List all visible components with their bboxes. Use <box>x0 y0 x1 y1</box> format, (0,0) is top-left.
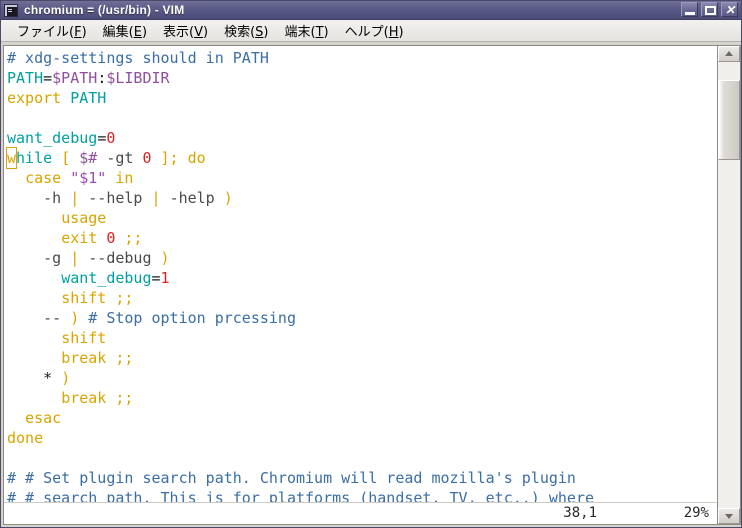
window-controls: ✕ <box>681 2 738 17</box>
code-line: exit 0 ;; <box>61 229 143 247</box>
chevron-down-icon[interactable] <box>718 508 740 524</box>
chevron-up-icon[interactable] <box>718 46 740 62</box>
menu-view-label-post: ) <box>203 25 209 40</box>
code-line: PATH=$PATH:$LIBDIR <box>7 69 170 87</box>
menu-search-label-post: ) <box>263 25 269 40</box>
menu-edit-label: 編集( <box>102 25 134 40</box>
code-line: export PATH <box>7 89 107 107</box>
code-line: want_debug=0 <box>7 129 116 147</box>
menu-file-label-post: ) <box>81 25 87 40</box>
menu-search[interactable]: 検索(S) <box>216 19 276 42</box>
menu-view-label: 表示( <box>163 25 195 40</box>
menu-terminal[interactable]: 端末(T) <box>277 19 337 42</box>
close-icon: ✕ <box>724 3 736 17</box>
menu-terminal-label-post: ) <box>323 25 329 40</box>
titlebar[interactable]: chromium = (/usr/bin) - VIM ✕ <box>1 1 741 20</box>
menu-edit-accel: E <box>133 25 142 40</box>
code-line: esac <box>25 409 62 427</box>
vim-window: chromium = (/usr/bin) - VIM ✕ ファイル(F) 編集… <box>0 0 742 528</box>
code-line: usage <box>61 209 107 227</box>
vertical-scrollbar[interactable] <box>717 45 741 525</box>
code-line: * ) <box>43 369 71 387</box>
menu-edit[interactable]: 編集(E) <box>95 19 155 42</box>
maximize-button[interactable] <box>701 2 718 17</box>
menu-file-label: ファイル( <box>17 25 75 40</box>
maximize-icon <box>705 6 716 15</box>
code-line: shift <box>61 329 107 347</box>
code-line: done <box>7 429 44 447</box>
code-line: case "$1" in <box>25 169 134 187</box>
menu-help-label: ヘルプ( <box>344 25 389 40</box>
menu-search-label: 検索( <box>224 25 256 40</box>
window-title: chromium = (/usr/bin) - VIM <box>24 3 185 17</box>
menu-help-label-post: ) <box>398 25 404 40</box>
menu-terminal-label: 端末( <box>284 25 316 40</box>
menu-view-accel: V <box>194 25 203 40</box>
menu-help-accel: H <box>388 25 399 40</box>
menubar: ファイル(F) 編集(E) 表示(V) 検索(S) 端末(T) ヘルプ(H) <box>1 20 741 42</box>
close-button[interactable]: ✕ <box>721 2 738 17</box>
scroll-percent: 29% <box>683 505 709 521</box>
menu-view[interactable]: 表示(V) <box>155 19 216 42</box>
code-line: -h | --help | -help ) <box>43 189 233 207</box>
cursor-position: 38,1 <box>563 505 597 521</box>
menu-edit-label-post: ) <box>141 25 148 40</box>
scrollbar-track[interactable] <box>718 62 740 508</box>
code-line: want_debug=1 <box>61 269 170 287</box>
status-line: 38,1 29% <box>4 502 717 524</box>
code-line: # # search path. This is for platforms (… <box>7 489 594 502</box>
code-line: break ;; <box>61 389 134 407</box>
text-editor[interactable]: # xdg-settings should in PATH PATH=$PATH:… <box>3 45 717 525</box>
code-line: -g | --debug ) <box>43 249 170 267</box>
menu-file-accel: F <box>74 25 82 40</box>
menu-file[interactable]: ファイル(F) <box>9 19 95 42</box>
minimize-button[interactable] <box>681 2 698 17</box>
minimize-icon <box>685 12 695 15</box>
terminal-icon <box>4 3 18 17</box>
code-line: # # Set plugin search path. Chromium wil… <box>7 469 576 487</box>
code-line: -- ) # Stop option prcessing <box>43 309 296 327</box>
editor-region: # xdg-settings should in PATH PATH=$PATH:… <box>1 43 741 527</box>
code-line: shift ;; <box>61 289 134 307</box>
menu-terminal-accel: T <box>315 25 324 40</box>
code-buffer[interactable]: # xdg-settings should in PATH PATH=$PATH:… <box>4 46 717 502</box>
code-line: # xdg-settings should in PATH <box>7 49 269 67</box>
code-line: while [ $# -gt 0 ]; do <box>6 147 206 169</box>
code-line: break ;; <box>61 349 134 367</box>
menu-help[interactable]: ヘルプ(H) <box>337 19 412 42</box>
scrollbar-thumb[interactable] <box>718 80 740 160</box>
